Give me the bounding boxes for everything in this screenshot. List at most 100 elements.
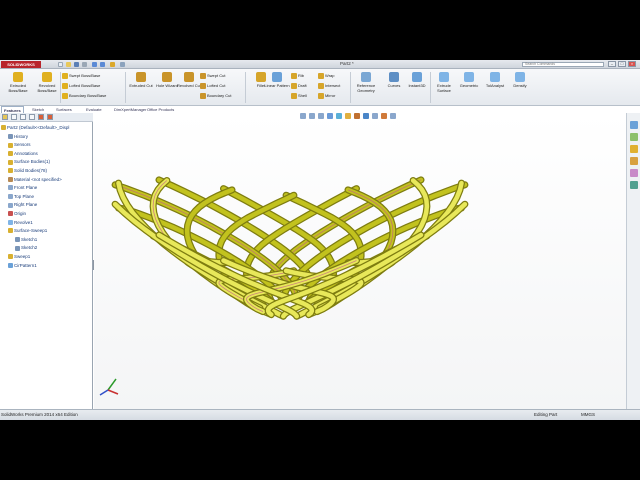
tree-node[interactable]: History <box>0 133 92 142</box>
property-manager-tab-icon[interactable] <box>11 114 17 120</box>
tree-node[interactable]: Front Plane <box>0 184 92 193</box>
extrude-surface-button[interactable]: Extrude Surface <box>430 72 458 104</box>
view-toolbar-icon[interactable] <box>300 113 306 119</box>
tree-node[interactable]: Revolve1 <box>0 219 92 228</box>
draft-button[interactable]: Draft <box>291 82 307 90</box>
instant3d-button[interactable]: Instant3D <box>403 72 431 104</box>
tree-node-label: Part2 (Default<<Default>_Displ <box>7 125 70 130</box>
swept-cut-icon <box>200 72 206 79</box>
tab-surfaces[interactable]: Surfaces <box>54 106 74 113</box>
intersect-button[interactable]: Intersect <box>318 82 340 90</box>
ribbon-button-label: Lofted Cut <box>207 83 226 88</box>
revolve-button[interactable]: Revolved Boss/Base <box>33 72 61 104</box>
close-button[interactable]: × <box>628 61 636 67</box>
tree-node[interactable]: Right Plane <box>0 201 92 210</box>
boundary-boss-button[interactable]: Boundary Boss/Base <box>62 92 106 100</box>
view-palette-icon[interactable] <box>630 157 638 165</box>
extruded-cut-button[interactable]: Extruded Cut <box>127 72 155 104</box>
sensors-icon <box>8 142 13 148</box>
reference-geometry-button[interactable]: Reference Geometry <box>352 72 380 104</box>
tab-features[interactable]: Features <box>1 106 24 113</box>
open-folder-icon[interactable] <box>66 62 71 67</box>
new-file-icon[interactable] <box>58 62 63 67</box>
tree-node[interactable]: Annotations <box>0 150 92 159</box>
tree-node[interactable]: Surface Bodies(1) <box>0 158 92 167</box>
solidworks-logo: SOLIDWORKS <box>1 61 41 68</box>
rebuild-icon[interactable] <box>110 62 115 67</box>
view-toolbar-icon[interactable] <box>327 113 333 119</box>
command-manager-tabs: Features Sketch Surfaces Evaluate DimXpertMa… <box>0 106 190 113</box>
display-manager-tab-icon[interactable] <box>38 114 44 120</box>
options-icon[interactable] <box>120 62 125 67</box>
tree-node[interactable]: Sensors <box>0 141 92 150</box>
extrude-button[interactable]: Extruded Boss/Base <box>4 72 32 104</box>
tree-node[interactable]: CirPattern1 <box>0 262 92 271</box>
view-toolbar-icon[interactable] <box>354 113 360 119</box>
revolved-cut-button[interactable]: Revolved Cut <box>175 72 203 104</box>
tree-node[interactable]: Top Plane <box>0 193 92 202</box>
tab-office-products[interactable]: Office Products <box>145 106 176 113</box>
mirror-button[interactable]: Mirror <box>318 92 335 100</box>
shell-button[interactable]: Shell <box>291 92 307 100</box>
feature-manager-tab-icon[interactable] <box>2 114 8 120</box>
tree-node[interactable]: Part2 (Default<<Default>_Displ <box>0 124 92 133</box>
resources-icon[interactable] <box>630 121 638 129</box>
boundary-cut-icon <box>200 92 206 99</box>
view-toolbar-icon[interactable] <box>345 113 351 119</box>
tree-node[interactable]: Sketch1 <box>0 236 92 245</box>
annotations-icon <box>8 151 13 157</box>
custom-properties-icon[interactable] <box>630 181 638 189</box>
boundary-cut-button[interactable]: Boundary Cut <box>200 92 231 100</box>
dimxpert-manager-tab-icon[interactable] <box>29 114 35 120</box>
triad-y-axis <box>107 378 117 391</box>
swept-cut-button[interactable]: Swept Cut <box>200 72 225 80</box>
tab-dimxpertmanager[interactable]: DimXpertManager <box>112 106 148 113</box>
tab-evaluate[interactable]: Evaluate <box>84 106 104 113</box>
geometric-button[interactable]: Geometric <box>455 72 483 104</box>
tree-node[interactable]: Solid Bodies(78) <box>0 167 92 176</box>
sweep-feature-icon <box>8 228 13 234</box>
ribbon-button-label: TolAnalyst <box>485 83 505 88</box>
save-icon[interactable] <box>74 62 79 67</box>
undo-icon[interactable] <box>92 62 97 67</box>
tree-node[interactable]: Material <not specified> <box>0 176 92 185</box>
extrude-icon <box>13 72 23 82</box>
maximize-button[interactable]: □ <box>618 61 626 67</box>
view-toolbar-icon[interactable] <box>363 113 369 119</box>
units-selector[interactable]: MMGS <box>581 410 595 420</box>
graphics-area[interactable] <box>94 113 626 409</box>
lofted-cut-button[interactable]: Lofted Cut <box>200 82 225 90</box>
tree-node[interactable]: Surface-Sweep1 <box>0 227 92 236</box>
view-toolbar-icon[interactable] <box>390 113 396 119</box>
tree-node[interactable]: Sweep1 <box>0 253 92 262</box>
view-toolbar-icon[interactable] <box>381 113 387 119</box>
linear-pattern-button[interactable]: Linear Pattern <box>263 72 291 104</box>
print-icon[interactable] <box>82 62 87 67</box>
file-explorer-icon[interactable] <box>630 145 638 153</box>
appearance-tab-icon[interactable] <box>47 114 53 120</box>
tree-node[interactable]: Origin <box>0 210 92 219</box>
model-scene[interactable] <box>94 113 626 409</box>
wrap-button[interactable]: Wrap <box>318 72 334 80</box>
view-toolbar-icon[interactable] <box>372 113 378 119</box>
tab-sketch[interactable]: Sketch <box>30 106 46 113</box>
rib-button[interactable]: Rib <box>291 72 304 80</box>
view-toolbar-icon[interactable] <box>336 113 342 119</box>
plane-icon <box>8 185 13 191</box>
view-toolbar-icon[interactable] <box>318 113 324 119</box>
configuration-manager-tab-icon[interactable] <box>20 114 26 120</box>
swept-boss-button[interactable]: Swept Boss/Base <box>62 72 100 80</box>
tree-node[interactable]: Sketch2 <box>0 244 92 253</box>
densify-button[interactable]: Densify <box>506 72 534 104</box>
view-toolbar-icon[interactable] <box>309 113 315 119</box>
design-library-icon[interactable] <box>630 133 638 141</box>
redo-icon[interactable] <box>100 62 105 67</box>
minimize-button[interactable]: – <box>608 61 616 67</box>
appearances-icon[interactable] <box>630 169 638 177</box>
ribbon-button-label: Densify <box>513 83 527 88</box>
search-input[interactable]: Search Commands <box>522 62 604 67</box>
lofted-boss-button[interactable]: Lofted Boss/Base <box>62 82 100 90</box>
material-icon <box>8 176 13 182</box>
plane-icon <box>8 202 13 208</box>
tolanalyst-button[interactable]: TolAnalyst <box>481 72 509 104</box>
